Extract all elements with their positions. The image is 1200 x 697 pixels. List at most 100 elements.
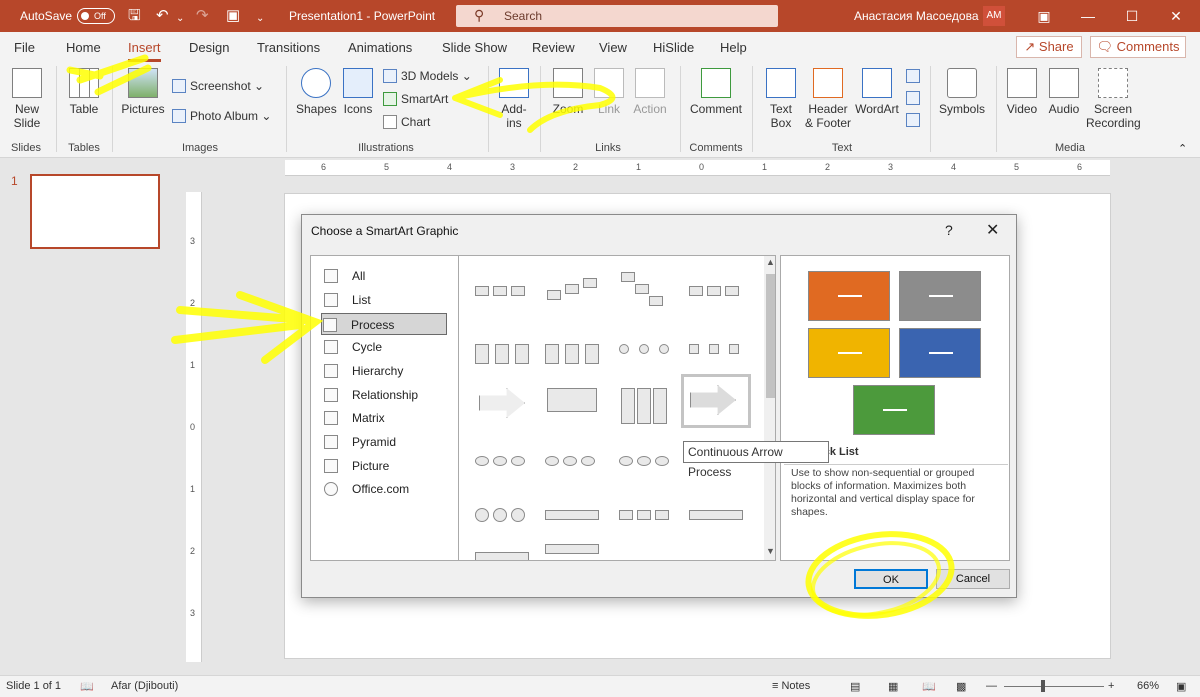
audio-button[interactable]: Audio bbox=[1044, 68, 1084, 116]
layout-thumbnail[interactable] bbox=[617, 448, 675, 474]
icons-button[interactable]: Icons bbox=[340, 68, 376, 116]
tab-insert[interactable]: Insert bbox=[128, 40, 161, 62]
addins-button[interactable]: Add-ins bbox=[494, 68, 534, 130]
zoom-out-icon[interactable]: — bbox=[986, 680, 997, 692]
zoom-slider-thumb[interactable] bbox=[1041, 680, 1045, 692]
gallery-scrollbar[interactable]: ▲ ▼ bbox=[764, 256, 775, 560]
header-footer-button[interactable]: Header & Footer bbox=[804, 68, 852, 130]
scrollbar-thumb[interactable] bbox=[766, 274, 775, 398]
normal-view-icon[interactable]: ▤ bbox=[850, 680, 860, 693]
customize-toolbar-icon[interactable]: ⌄ bbox=[256, 10, 264, 28]
category-pyramid[interactable]: Pyramid bbox=[323, 431, 449, 453]
link-button[interactable]: Link bbox=[592, 68, 626, 116]
spellcheck-icon[interactable]: 📖 bbox=[80, 680, 94, 693]
user-name[interactable]: Анастасия Масоедова bbox=[854, 0, 979, 32]
zoom-slider[interactable] bbox=[1004, 686, 1104, 687]
layout-thumbnail[interactable] bbox=[543, 278, 601, 304]
help-button[interactable]: ? bbox=[945, 222, 953, 238]
slideshow-icon[interactable]: ▩ bbox=[956, 680, 966, 693]
symbols-button[interactable]: Symbols bbox=[936, 68, 988, 116]
scroll-up-icon[interactable]: ▲ bbox=[766, 257, 775, 267]
undo-icon[interactable]: ↶ bbox=[156, 7, 169, 25]
tab-file[interactable]: File bbox=[14, 40, 35, 55]
slide-thumbnail[interactable] bbox=[30, 174, 160, 249]
photo-album-button[interactable]: Photo Album ⌄ bbox=[172, 106, 271, 126]
layout-thumbnail[interactable] bbox=[543, 502, 601, 528]
close-icon[interactable]: ✕ bbox=[1154, 0, 1198, 32]
zoom-button[interactable]: Zoom bbox=[548, 68, 588, 116]
notes-button[interactable]: ≡ Notes bbox=[772, 680, 810, 692]
object-button[interactable] bbox=[906, 110, 924, 130]
dialog-close-button[interactable]: ✕ bbox=[986, 220, 999, 240]
layout-thumbnail[interactable] bbox=[473, 380, 531, 428]
category-office-com[interactable]: Office.com bbox=[323, 478, 449, 500]
layout-thumbnail[interactable] bbox=[543, 540, 601, 560]
minimize-icon[interactable]: — bbox=[1066, 0, 1110, 32]
layout-thumbnail[interactable] bbox=[473, 544, 531, 560]
chart-button[interactable]: Chart bbox=[383, 112, 430, 132]
ok-button[interactable]: OK bbox=[854, 569, 928, 589]
layout-thumbnail[interactable] bbox=[687, 502, 745, 528]
layout-thumbnail[interactable] bbox=[617, 272, 675, 306]
category-all[interactable]: All bbox=[323, 265, 449, 287]
layout-continuous-arrow-process[interactable] bbox=[681, 374, 751, 428]
cancel-button[interactable]: Cancel bbox=[936, 569, 1010, 589]
video-button[interactable]: Video bbox=[1002, 68, 1042, 116]
screen-recording-button[interactable]: Screen Recording bbox=[1086, 68, 1141, 130]
fit-slide-icon[interactable]: ▣ bbox=[1176, 680, 1186, 693]
save-icon[interactable]: 🖫 bbox=[128, 7, 141, 25]
slide-number-button[interactable] bbox=[906, 88, 924, 108]
shapes-button[interactable]: Shapes bbox=[296, 68, 337, 116]
language-label[interactable]: Afar (Djibouti) bbox=[111, 680, 178, 692]
smartart-button[interactable]: SmartArt bbox=[383, 89, 448, 109]
text-box-button[interactable]: Text Box bbox=[760, 68, 802, 130]
action-button[interactable]: Action bbox=[630, 68, 670, 116]
slide-sorter-icon[interactable]: ▦ bbox=[888, 680, 898, 693]
zoom-level[interactable]: 66% bbox=[1137, 680, 1159, 692]
screenshot-button[interactable]: Screenshot ⌄ bbox=[172, 76, 264, 96]
category-relationship[interactable]: Relationship bbox=[323, 384, 449, 406]
category-matrix[interactable]: Matrix bbox=[323, 407, 449, 429]
layout-thumbnail[interactable] bbox=[543, 336, 601, 364]
layout-thumbnail[interactable] bbox=[687, 336, 745, 362]
layout-thumbnail[interactable] bbox=[617, 502, 675, 528]
category-hierarchy[interactable]: Hierarchy bbox=[323, 360, 449, 382]
ribbon-display-icon[interactable]: ▣ bbox=[1022, 0, 1066, 32]
new-slide-button[interactable]: New Slide bbox=[6, 68, 48, 130]
avatar[interactable]: AM bbox=[983, 6, 1005, 26]
maximize-icon[interactable]: ☐ bbox=[1110, 0, 1154, 32]
share-button[interactable]: ↗ Share bbox=[1016, 36, 1082, 58]
layout-thumbnail[interactable] bbox=[473, 502, 531, 528]
layout-thumbnail[interactable] bbox=[617, 336, 675, 362]
zoom-in-icon[interactable]: + bbox=[1108, 680, 1114, 692]
tab-home[interactable]: Home bbox=[66, 40, 101, 55]
layout-thumbnail[interactable] bbox=[473, 448, 531, 474]
tab-help[interactable]: Help bbox=[720, 40, 747, 55]
category-process[interactable]: Process bbox=[321, 313, 447, 335]
category-picture[interactable]: Picture bbox=[323, 455, 449, 477]
layout-thumbnail[interactable] bbox=[473, 278, 531, 304]
redo-icon[interactable]: ↷ bbox=[196, 7, 209, 25]
wordart-button[interactable]: WordArt bbox=[854, 68, 900, 116]
tab-transitions[interactable]: Transitions bbox=[257, 40, 320, 55]
scroll-down-icon[interactable]: ▼ bbox=[766, 546, 775, 556]
3d-models-button[interactable]: 3D Models ⌄ bbox=[383, 66, 472, 86]
layout-thumbnail[interactable] bbox=[473, 336, 531, 364]
present-icon[interactable]: ▣ bbox=[226, 7, 240, 25]
tab-animations[interactable]: Animations bbox=[348, 40, 412, 55]
table-button[interactable]: Table bbox=[64, 68, 104, 116]
tab-hislide[interactable]: HiSlide bbox=[653, 40, 694, 55]
autosave-toggle[interactable]: Off bbox=[77, 8, 115, 24]
search-box[interactable]: ⚲ Search bbox=[456, 5, 778, 27]
tab-view[interactable]: View bbox=[599, 40, 627, 55]
tab-slide-show[interactable]: Slide Show bbox=[442, 40, 507, 55]
tab-review[interactable]: Review bbox=[532, 40, 575, 55]
category-cycle[interactable]: Cycle bbox=[323, 336, 449, 358]
undo-dropdown-icon[interactable]: ⌄ bbox=[176, 10, 184, 28]
date-time-button[interactable] bbox=[906, 66, 924, 86]
tab-design[interactable]: Design bbox=[189, 40, 229, 55]
pictures-button[interactable]: Pictures bbox=[118, 68, 168, 116]
layout-thumbnail[interactable] bbox=[543, 448, 601, 474]
reading-view-icon[interactable]: 📖 bbox=[922, 680, 936, 693]
category-list-item[interactable]: List bbox=[323, 289, 449, 311]
